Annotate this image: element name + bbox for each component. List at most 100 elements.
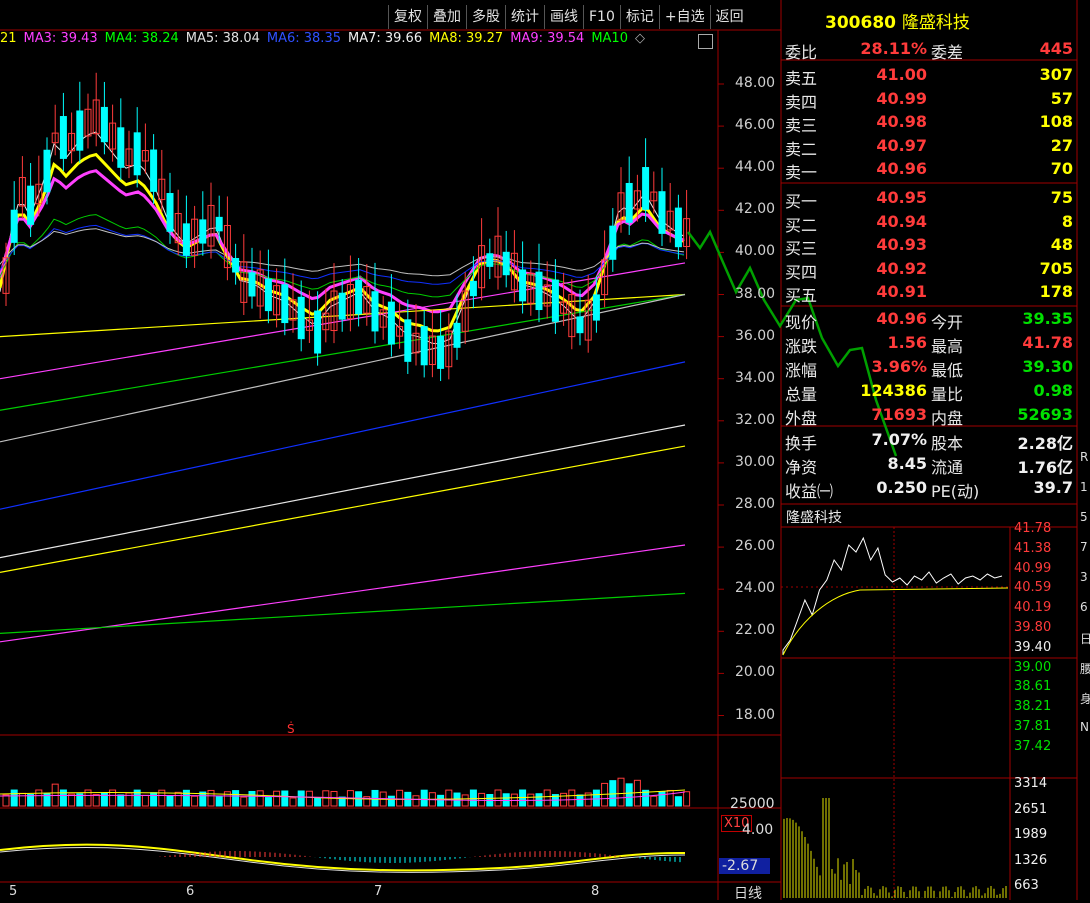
ask-row: 卖四 40.99 57: [783, 89, 1075, 112]
volume-bar: [453, 792, 461, 807]
toolbar-restore-rights-button[interactable]: 复权: [388, 5, 427, 29]
price-axis-label: 18.00: [735, 706, 776, 723]
right-edge-item: 日: [1080, 632, 1090, 646]
toolbar-add-favorite-button[interactable]: +自选: [658, 5, 710, 29]
volume-bar: [592, 789, 600, 807]
toolbar-overlay-button[interactable]: 叠加: [427, 5, 466, 29]
intraday-price-label: 40.19: [1014, 600, 1052, 616]
candle-body: [355, 279, 363, 315]
quote-label2: 705: [1039, 258, 1073, 278]
quote-label2: 75: [1050, 188, 1073, 207]
quote-label: 买二: [785, 215, 818, 235]
intraday-volume-label: 3314: [1014, 776, 1048, 791]
quote-label2: 307: [1039, 65, 1073, 84]
volume-bar: [396, 789, 404, 807]
toolbar-multi-stock-button[interactable]: 多股: [466, 5, 505, 29]
price-axis-label: 40.00: [735, 243, 776, 260]
ma-settings-icon[interactable]: ◇: [635, 31, 645, 53]
quote-label2: 量比: [931, 385, 964, 404]
macd-current-value: -2.67: [719, 858, 771, 874]
price-axis-label: 24.00: [735, 580, 776, 597]
quote-value: 40.93: [876, 235, 927, 254]
price-axis-label: 30.00: [735, 453, 776, 470]
ma-line: [0, 224, 685, 285]
quote-label2: 27: [1050, 135, 1073, 155]
volume-bar: [264, 797, 272, 807]
stat-row: 换手 7.07% 股本 2.28亿: [783, 430, 1075, 453]
weicha-value: 445: [1039, 39, 1073, 58]
volume-bar: [314, 797, 322, 807]
candle-body: [642, 167, 650, 210]
ma-line: [0, 228, 685, 277]
toolbar-mark-button[interactable]: 标记: [619, 5, 659, 29]
candle-body: [338, 292, 346, 320]
volume-bar: [469, 789, 477, 807]
bid-row: 买二 40.94 8: [783, 211, 1075, 235]
ask-row: 卖三 40.98 108: [783, 112, 1075, 135]
volume-bar: [240, 796, 248, 807]
candle-body: [486, 253, 494, 267]
intraday-volume: [783, 798, 1007, 898]
candle-body: [576, 316, 584, 334]
candle-body: [100, 106, 108, 143]
stat-row: 涨跌 1.56 最高 41.78: [783, 333, 1075, 356]
right-edge-item: 身: [1080, 692, 1090, 706]
volume-bar: [215, 796, 223, 807]
ma-long-line: [0, 424, 686, 559]
price-axis-label: 26.00: [735, 538, 776, 555]
toolbar-draw-line-button[interactable]: 画线: [544, 5, 583, 29]
volume-bar: [174, 791, 182, 807]
quote-label: 外盘: [785, 409, 818, 428]
volume-bar: [568, 789, 576, 807]
candle-body: [535, 271, 543, 311]
candle-body: [609, 225, 617, 260]
volume-bar: [2, 794, 10, 807]
volume-bar: [297, 790, 305, 807]
candle-body: [502, 251, 510, 276]
toolbar-f10-button[interactable]: F10: [583, 5, 620, 29]
macd-dea: [0, 843, 686, 872]
price-axis-label: 44.00: [735, 159, 776, 176]
ma-legend-item: MA3: 39.43: [23, 31, 98, 46]
quote-label2: 8: [1061, 211, 1073, 231]
volume-bar: [412, 795, 420, 807]
volume-bar: [437, 794, 445, 807]
intraday-price-label: 41.78: [1014, 521, 1052, 536]
bid-row: 买一 40.95 75: [783, 188, 1075, 211]
chart-maximize-icon[interactable]: [698, 34, 713, 49]
ma-legend-item: 21: [0, 31, 17, 46]
volume-bar: [207, 789, 215, 807]
quote-label2: 最高: [931, 337, 964, 356]
price-axis-label: 42.00: [735, 201, 776, 218]
right-edge-item: R: [1080, 450, 1089, 464]
right-edge-item: 腰: [1080, 662, 1090, 676]
moving-average-lines: [0, 131, 686, 643]
quote-label: 买三: [785, 239, 818, 258]
candle-body: [166, 193, 174, 232]
quote-label2: PE(动): [931, 482, 980, 501]
period-label[interactable]: 日线: [734, 883, 762, 903]
candle-body: [182, 223, 190, 256]
toolbar-statistics-button[interactable]: 统计: [505, 5, 544, 29]
volume-bar: [387, 795, 395, 807]
intraday-chart: [782, 536, 1009, 656]
quote-label: 卖三: [785, 116, 818, 135]
toolbar: 复权 叠加 多股 统计 画线 F10 标记 +自选 返回: [388, 5, 749, 29]
stat-row: 总量 124386 量比 0.98: [783, 381, 1075, 404]
volume-bar: [150, 792, 158, 807]
toolbar-back-button[interactable]: 返回: [709, 5, 749, 29]
quote-label: 买四: [785, 262, 818, 282]
volume-bar: [18, 792, 26, 807]
intraday-title: 隆盛科技: [786, 510, 842, 526]
volume-bar: [445, 789, 453, 807]
candle-body: [76, 110, 84, 151]
volume-bar: [576, 794, 584, 807]
intraday-price-label: 39.00: [1014, 659, 1052, 675]
quote-label: 卖四: [785, 92, 818, 112]
candle-body: [248, 272, 256, 297]
month-label: 7: [374, 884, 383, 899]
volume-bar: [117, 794, 125, 807]
quote-value: 40.94: [876, 211, 927, 231]
price-axis-label: 34.00: [735, 369, 776, 386]
candle-body: [387, 301, 395, 345]
